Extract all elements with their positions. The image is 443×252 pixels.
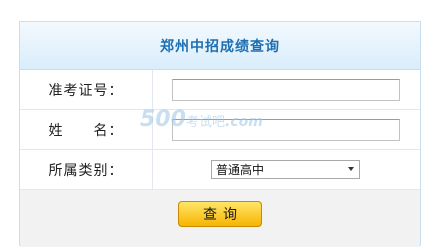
chevron-down-icon bbox=[348, 167, 354, 171]
panel-header: 郑州中招成绩查询 bbox=[20, 22, 420, 70]
score-query-panel: 郑州中招成绩查询 准考证号： 姓 名： 所属类别： 普通高中 查询 bbox=[19, 21, 421, 247]
query-button[interactable]: 查询 bbox=[178, 201, 262, 227]
watermark-logo: 500考试吧.com bbox=[140, 107, 263, 132]
exam-number-label: 准考证号： bbox=[20, 70, 153, 109]
exam-number-input[interactable] bbox=[172, 79, 400, 101]
form-footer: 查询 bbox=[20, 190, 420, 247]
exam-number-row: 准考证号： bbox=[20, 70, 420, 110]
category-row: 所属类别： 普通高中 bbox=[20, 150, 420, 190]
category-label: 所属类别： bbox=[20, 150, 153, 189]
panel-title: 郑州中招成绩查询 bbox=[160, 38, 280, 55]
category-selected-value: 普通高中 bbox=[216, 163, 265, 177]
query-button-label: 查询 bbox=[203, 207, 243, 223]
category-select[interactable]: 普通高中 bbox=[211, 160, 360, 179]
name-label: 姓 名： bbox=[20, 110, 153, 149]
